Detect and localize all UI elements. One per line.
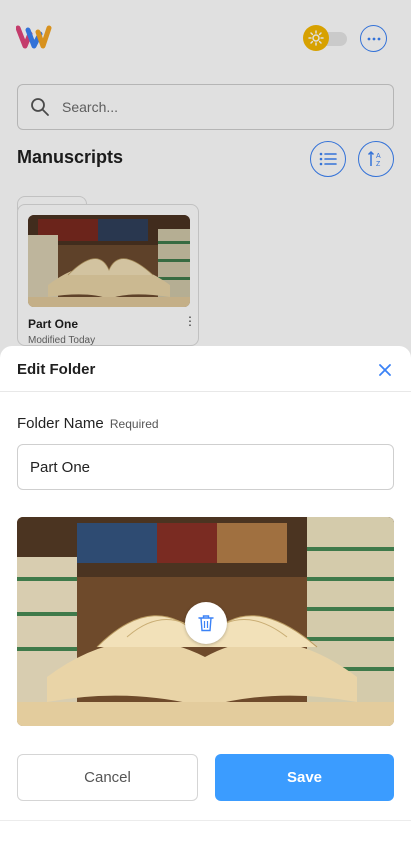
close-icon [379, 364, 391, 376]
trash-icon [198, 615, 214, 632]
sheet-title: Edit Folder [17, 361, 96, 378]
folder-name-label: Folder Name Required [17, 415, 159, 432]
close-button[interactable] [375, 360, 395, 380]
required-hint: Required [109, 417, 159, 431]
edit-folder-sheet: Edit Folder Folder Name Required Part On… [0, 346, 411, 820]
bottom-bar [0, 820, 411, 848]
sheet-header: Edit Folder [0, 346, 411, 392]
folder-name-label-text: Folder Name [17, 415, 104, 432]
folder-name-input[interactable] [17, 444, 394, 490]
cancel-button[interactable]: Cancel [17, 754, 198, 801]
delete-image-button[interactable] [185, 602, 227, 644]
save-button[interactable]: Save [215, 754, 394, 801]
